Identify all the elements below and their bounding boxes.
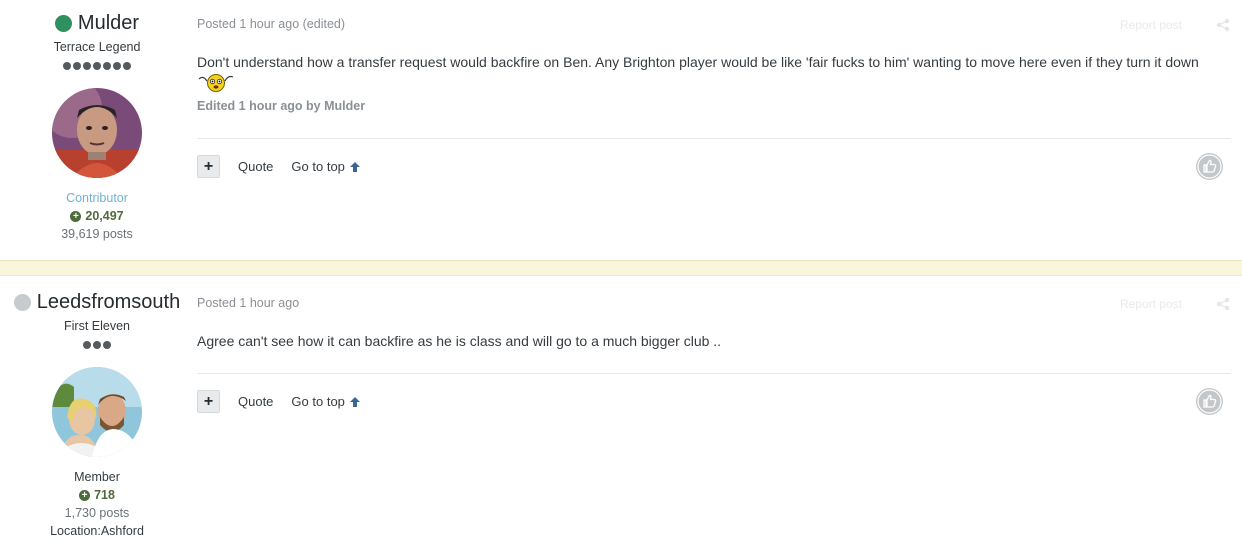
author-location: Location:Ashford (50, 524, 144, 538)
author-name-link[interactable]: Leedsfromsouth (37, 291, 180, 314)
online-status-icon (54, 15, 72, 32)
like-reaction-icon[interactable] (1195, 387, 1224, 416)
rank-pips (0, 62, 194, 70)
rank-pip (103, 62, 111, 70)
report-post-link[interactable]: Report post (1120, 297, 1182, 311)
plus-circle-icon: + (70, 210, 82, 222)
quote-button[interactable]: Quote (238, 159, 273, 174)
post-leedsfromsouth: Leedsfromsouth First Eleven Member + 718… (0, 276, 1242, 552)
rank-pip (73, 62, 81, 70)
post-count: 39,619 posts (61, 227, 133, 241)
reputation-badge: + 20,497 (0, 209, 194, 223)
divider (197, 373, 1231, 374)
reputation-badge: + 718 (0, 488, 194, 502)
quote-label: Quote (238, 394, 274, 409)
divider (197, 138, 1231, 139)
post-content: Don't understand how a transfer request … (197, 54, 1199, 70)
avatar[interactable] (52, 367, 142, 457)
rank-pip (83, 341, 91, 349)
rank-pip (83, 62, 91, 70)
emoticon-icon (198, 74, 234, 92)
post-separator (0, 260, 1242, 276)
post-meta[interactable]: Posted 1 hour ago (197, 296, 299, 310)
rank-pip (63, 62, 71, 70)
post-actions: + Quote Go to top (197, 390, 361, 413)
quote-button[interactable]: Quote (238, 394, 273, 409)
rank-pips (0, 341, 194, 349)
rank-pip (93, 341, 101, 349)
author-name-row: Leedsfromsouth (0, 291, 194, 314)
post-mulder: Mulder Terrace Legend Contributor + 20,4… (0, 0, 1242, 260)
rank-pip (93, 62, 101, 70)
rank-title: First Eleven (64, 319, 130, 333)
plus-circle-icon: + (79, 489, 91, 501)
arrow-up-icon (349, 161, 360, 172)
rank-pip (103, 341, 111, 349)
arrow-up-icon (349, 396, 360, 407)
quote-label: Quote (238, 159, 274, 174)
member-group: Member (74, 470, 120, 484)
go-to-top-label: Go to top (291, 159, 345, 174)
post-meta[interactable]: Posted 1 hour ago (edited) (197, 17, 345, 31)
go-to-top-link[interactable]: Go to top (291, 394, 360, 409)
author-name-row: Mulder (0, 12, 194, 35)
rank-pip (113, 62, 121, 70)
rank-title: Terrace Legend (53, 40, 141, 54)
like-reaction-icon[interactable] (1195, 152, 1224, 181)
member-group: Contributor (66, 191, 128, 205)
reputation-value: 20,497 (85, 209, 124, 223)
post-actions: + Quote Go to top (197, 155, 361, 178)
multiquote-button[interactable]: + (197, 390, 220, 413)
avatar[interactable] (52, 88, 142, 178)
report-post-link[interactable]: Report post (1120, 18, 1182, 32)
share-icon[interactable] (1216, 18, 1230, 32)
edited-note: Edited 1 hour ago by Mulder (197, 99, 366, 113)
share-icon[interactable] (1216, 297, 1230, 311)
offline-status-icon (13, 294, 31, 311)
author-name-link[interactable]: Mulder (78, 12, 139, 35)
go-to-top-link[interactable]: Go to top (291, 159, 360, 174)
go-to-top-label: Go to top (291, 394, 345, 409)
multiquote-button[interactable]: + (197, 155, 220, 178)
rank-pip (123, 62, 131, 70)
post-count: 1,730 posts (64, 506, 130, 520)
post-content: Agree can't see how it can backfire as h… (197, 333, 722, 349)
reputation-value: 718 (94, 488, 115, 502)
